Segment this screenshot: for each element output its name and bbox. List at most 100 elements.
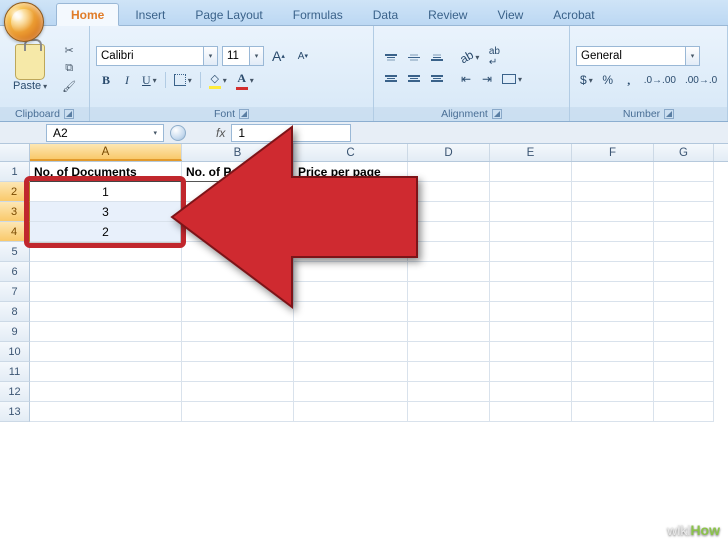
cell-D1[interactable] bbox=[408, 162, 490, 182]
col-header-B[interactable]: B bbox=[182, 144, 294, 161]
align-right-button[interactable] bbox=[426, 69, 448, 89]
cell-G10[interactable] bbox=[654, 342, 714, 362]
row-header-7[interactable]: 7 bbox=[0, 282, 30, 302]
tab-data[interactable]: Data bbox=[359, 4, 412, 25]
align-middle-button[interactable] bbox=[403, 48, 425, 68]
cell-G3[interactable] bbox=[654, 202, 714, 222]
percent-format-button[interactable]: % bbox=[598, 70, 618, 90]
cell-D9[interactable] bbox=[408, 322, 490, 342]
tab-view[interactable]: View bbox=[483, 4, 537, 25]
formula-input[interactable]: 1 bbox=[231, 124, 351, 142]
font-color-button[interactable]: A▾ bbox=[232, 70, 258, 90]
cell-D4[interactable] bbox=[408, 222, 490, 242]
cell-A13[interactable] bbox=[30, 402, 182, 422]
cell-G11[interactable] bbox=[654, 362, 714, 382]
col-header-A[interactable]: A bbox=[30, 144, 182, 161]
cell-F6[interactable] bbox=[572, 262, 654, 282]
decrease-indent-button[interactable]: ⇤ bbox=[456, 69, 476, 89]
cell-D10[interactable] bbox=[408, 342, 490, 362]
col-header-C[interactable]: C bbox=[294, 144, 408, 161]
accounting-format-button[interactable]: $▾ bbox=[576, 70, 597, 90]
cell-F2[interactable] bbox=[572, 182, 654, 202]
cell-G13[interactable] bbox=[654, 402, 714, 422]
row-header-9[interactable]: 9 bbox=[0, 322, 30, 342]
cell-E11[interactable] bbox=[490, 362, 572, 382]
cell-C4[interactable]: 4 bbox=[294, 222, 408, 242]
cell-G7[interactable] bbox=[654, 282, 714, 302]
fill-color-button[interactable]: ◇▾ bbox=[205, 70, 231, 90]
cell-G8[interactable] bbox=[654, 302, 714, 322]
cell-F5[interactable] bbox=[572, 242, 654, 262]
cell-E10[interactable] bbox=[490, 342, 572, 362]
tab-home[interactable]: Home bbox=[56, 3, 119, 26]
font-size-combo[interactable]: 11▾ bbox=[222, 46, 264, 66]
tab-formulas[interactable]: Formulas bbox=[279, 4, 357, 25]
cell-A1[interactable]: No. of Documents bbox=[30, 162, 182, 182]
cell-A7[interactable] bbox=[30, 282, 182, 302]
cell-A6[interactable] bbox=[30, 262, 182, 282]
cell-G9[interactable] bbox=[654, 322, 714, 342]
wrap-text-button[interactable]: ab↵ bbox=[484, 47, 504, 67]
cell-C8[interactable] bbox=[294, 302, 408, 322]
cell-A10[interactable] bbox=[30, 342, 182, 362]
align-left-button[interactable] bbox=[380, 69, 402, 89]
cell-A11[interactable] bbox=[30, 362, 182, 382]
cell-C13[interactable] bbox=[294, 402, 408, 422]
cell-F8[interactable] bbox=[572, 302, 654, 322]
cell-E12[interactable] bbox=[490, 382, 572, 402]
cell-D12[interactable] bbox=[408, 382, 490, 402]
cell-C9[interactable] bbox=[294, 322, 408, 342]
orientation-button[interactable]: ab▾ bbox=[456, 47, 483, 67]
number-expander[interactable] bbox=[664, 109, 674, 119]
comma-format-button[interactable]: , bbox=[619, 70, 639, 90]
cell-F10[interactable] bbox=[572, 342, 654, 362]
cell-C12[interactable] bbox=[294, 382, 408, 402]
cell-C11[interactable] bbox=[294, 362, 408, 382]
row-header-5[interactable]: 5 bbox=[0, 242, 30, 262]
cell-C1[interactable]: Price per page bbox=[294, 162, 408, 182]
worksheet[interactable]: ABCDEFG 1No. of DocumentsNo. of PagesPri… bbox=[0, 144, 728, 422]
cell-C3[interactable]: 2 bbox=[294, 202, 408, 222]
cell-A2[interactable]: 1 bbox=[30, 182, 182, 202]
cell-F13[interactable] bbox=[572, 402, 654, 422]
row-header-4[interactable]: 4 bbox=[0, 222, 30, 242]
cell-G5[interactable] bbox=[654, 242, 714, 262]
cell-B12[interactable] bbox=[182, 382, 294, 402]
align-bottom-button[interactable] bbox=[426, 48, 448, 68]
cell-D2[interactable] bbox=[408, 182, 490, 202]
row-header-8[interactable]: 8 bbox=[0, 302, 30, 322]
cell-B8[interactable] bbox=[182, 302, 294, 322]
cell-A4[interactable]: 2 bbox=[30, 222, 182, 242]
col-header-F[interactable]: F bbox=[572, 144, 654, 161]
increase-indent-button[interactable]: ⇥ bbox=[477, 69, 497, 89]
row-header-11[interactable]: 11 bbox=[0, 362, 30, 382]
col-header-D[interactable]: D bbox=[408, 144, 490, 161]
cell-E5[interactable] bbox=[490, 242, 572, 262]
tab-review[interactable]: Review bbox=[414, 4, 481, 25]
cell-D7[interactable] bbox=[408, 282, 490, 302]
cell-B7[interactable] bbox=[182, 282, 294, 302]
cell-E1[interactable] bbox=[490, 162, 572, 182]
decrease-decimal-button[interactable]: .00→.0 bbox=[681, 70, 721, 90]
align-top-button[interactable] bbox=[380, 48, 402, 68]
cell-F9[interactable] bbox=[572, 322, 654, 342]
clipboard-expander[interactable] bbox=[64, 109, 74, 119]
cell-C5[interactable] bbox=[294, 242, 408, 262]
cell-D11[interactable] bbox=[408, 362, 490, 382]
cell-D5[interactable] bbox=[408, 242, 490, 262]
cell-F1[interactable] bbox=[572, 162, 654, 182]
cell-B4[interactable]: 7 bbox=[182, 222, 294, 242]
tab-acrobat[interactable]: Acrobat bbox=[539, 4, 608, 25]
cell-E13[interactable] bbox=[490, 402, 572, 422]
col-header-E[interactable]: E bbox=[490, 144, 572, 161]
namebox-dropdown[interactable] bbox=[170, 125, 186, 141]
cell-C2[interactable] bbox=[294, 182, 408, 202]
cell-A5[interactable] bbox=[30, 242, 182, 262]
cell-B2[interactable] bbox=[182, 182, 294, 202]
cell-C6[interactable] bbox=[294, 262, 408, 282]
font-name-combo[interactable]: Calibri▾ bbox=[96, 46, 218, 66]
cell-G2[interactable] bbox=[654, 182, 714, 202]
select-all-corner[interactable] bbox=[0, 144, 30, 161]
cell-D8[interactable] bbox=[408, 302, 490, 322]
col-header-G[interactable]: G bbox=[654, 144, 714, 161]
